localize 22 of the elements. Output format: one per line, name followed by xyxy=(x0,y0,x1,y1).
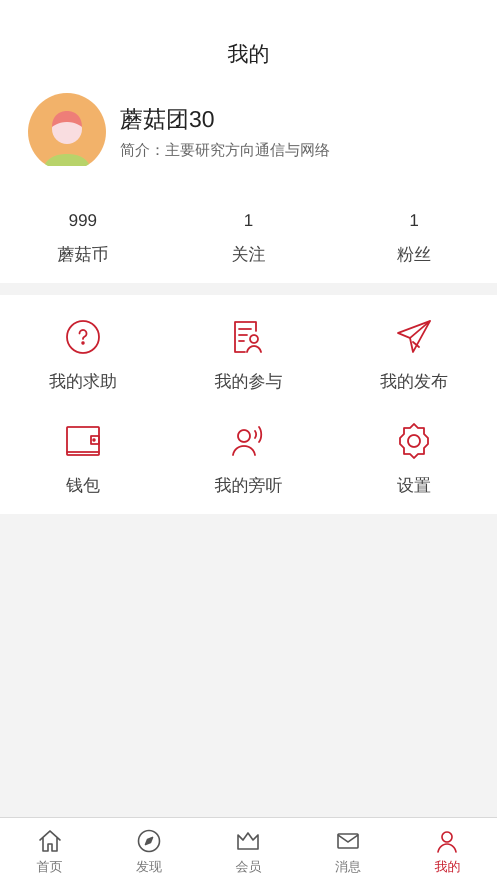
menu-item[interactable]: 我的参与 xyxy=(166,317,332,394)
page-title: 我的 xyxy=(228,42,270,68)
tab[interactable]: 会员 xyxy=(198,828,298,883)
home-icon xyxy=(36,828,63,854)
tab[interactable]: 发现 xyxy=(99,828,199,883)
menu-item[interactable]: 我的求助 xyxy=(0,317,166,394)
stat-label: 关注 xyxy=(231,244,266,266)
stat-value: 1 xyxy=(244,210,254,232)
stat-label: 蘑菇币 xyxy=(57,244,108,266)
menu-item[interactable]: 我的发布 xyxy=(331,317,497,394)
menu-item[interactable]: 我的旁听 xyxy=(166,420,332,498)
stat-value: 999 xyxy=(68,210,98,232)
tab[interactable]: 我的 xyxy=(398,828,497,883)
menu-item[interactable]: 钱包 xyxy=(0,420,166,498)
menu-item[interactable]: 设置 xyxy=(331,420,497,498)
user-name: 蘑菇团30 xyxy=(120,104,216,134)
tab[interactable]: 消息 xyxy=(298,828,398,883)
stat-value: 1 xyxy=(409,210,419,232)
tab[interactable]: 首页 xyxy=(0,828,100,883)
stat-label: 粉丝 xyxy=(397,244,432,266)
user-bio: 简介：主要研究方向通信与网络 xyxy=(120,141,330,161)
compass-icon xyxy=(136,828,162,854)
